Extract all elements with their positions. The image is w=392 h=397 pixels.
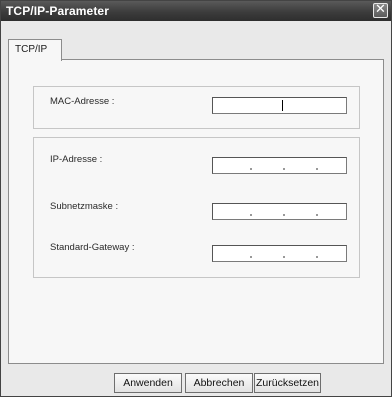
octet-separator: [250, 214, 252, 216]
octet-separator: [283, 214, 285, 216]
apply-button[interactable]: Anwenden: [114, 373, 182, 393]
close-icon[interactable]: ✕: [373, 3, 388, 18]
tab-label: TCP/IP: [15, 44, 48, 55]
text-caret: [282, 100, 283, 111]
octet-separator: [250, 256, 252, 258]
tab-tcpip[interactable]: TCP/IP: [8, 39, 62, 61]
octet-separator: [316, 168, 318, 170]
default-gateway-label: Standard-Gateway :: [50, 242, 135, 253]
reset-button[interactable]: Zurücksetzen: [254, 373, 321, 393]
octet-separator: [283, 168, 285, 170]
default-gateway-input[interactable]: [212, 245, 347, 262]
cancel-button[interactable]: Abbrechen: [185, 373, 253, 393]
subnet-mask-label: Subnetzmaske :: [50, 201, 119, 212]
mac-address-label: MAC-Adresse :: [50, 96, 115, 107]
ip-address-input[interactable]: [212, 157, 347, 174]
octet-separator: [316, 256, 318, 258]
subnet-mask-input[interactable]: [212, 203, 347, 220]
mac-address-input[interactable]: [212, 97, 347, 114]
ip-address-label: IP-Adresse :: [50, 154, 103, 165]
window-title: TCP/IP-Parameter: [6, 4, 109, 18]
octet-separator: [250, 168, 252, 170]
octet-separator: [316, 214, 318, 216]
octet-separator: [283, 256, 285, 258]
title-bar[interactable]: TCP/IP-Parameter ✕: [1, 1, 391, 21]
